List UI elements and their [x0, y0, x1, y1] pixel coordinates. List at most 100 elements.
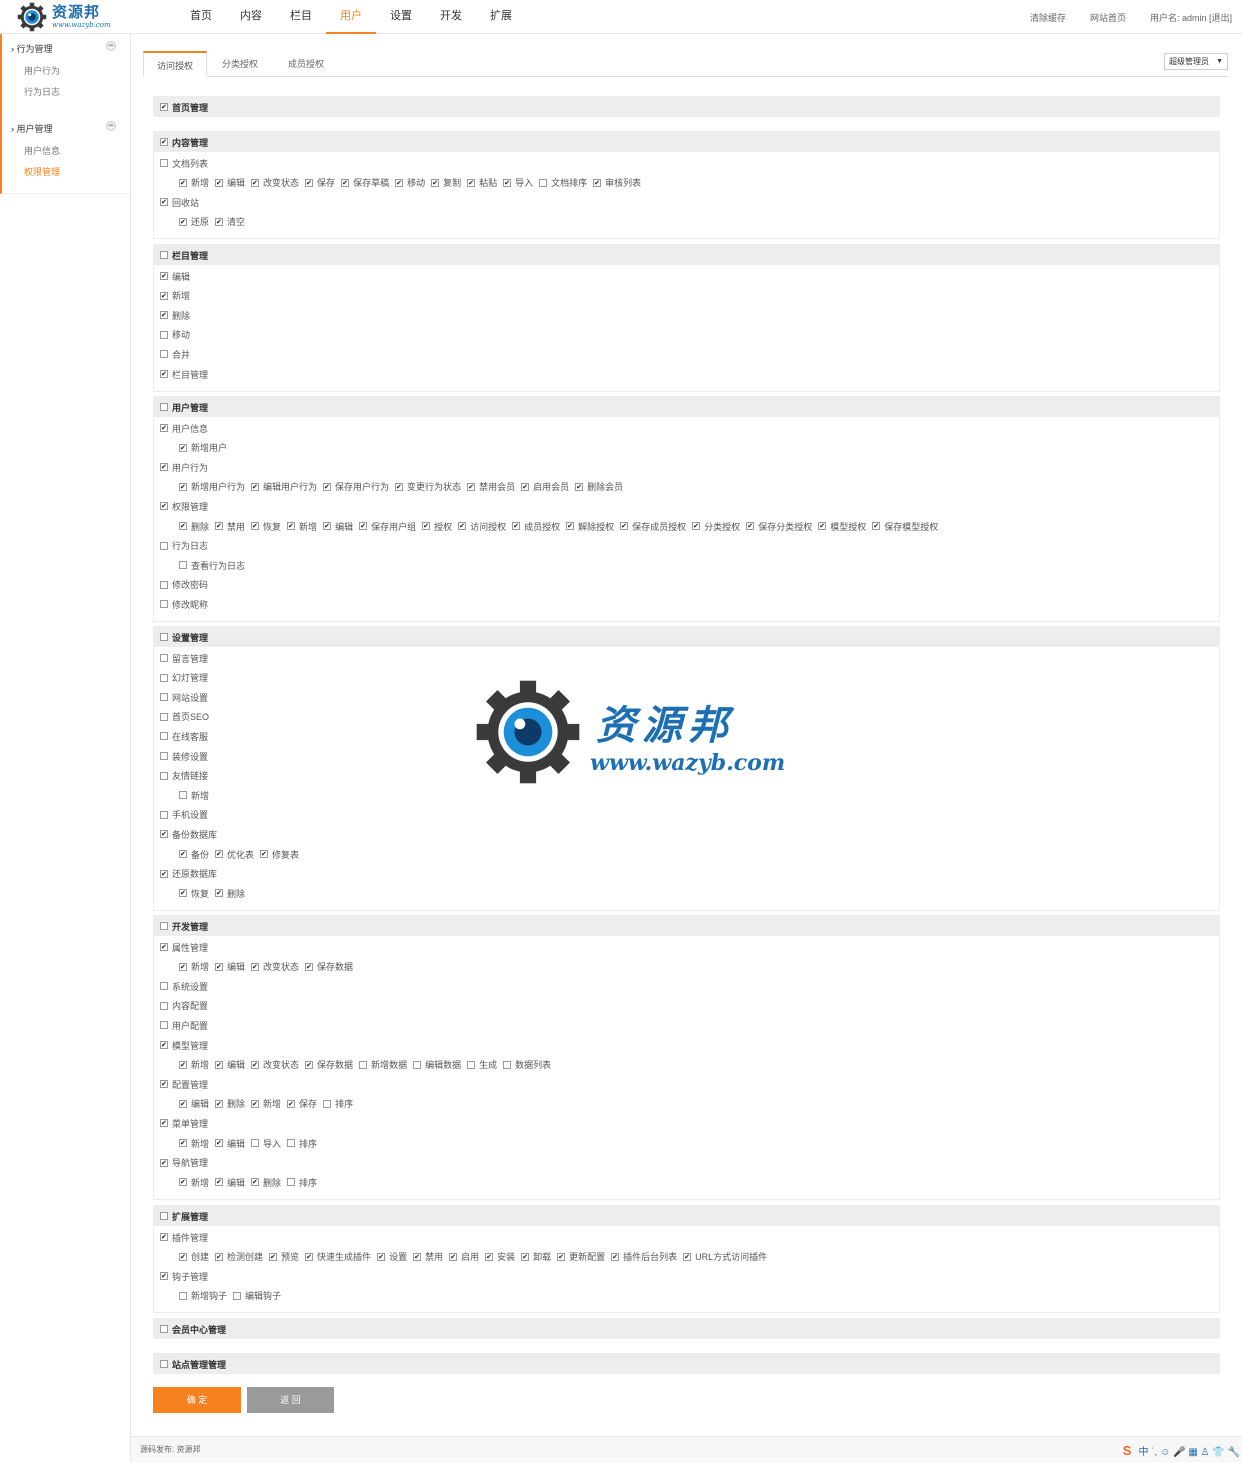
permission-sub-item[interactable]: 恢复 [251, 520, 281, 533]
permission-row[interactable]: 修改密码 [160, 578, 208, 592]
permission-row[interactable]: 回收站 [160, 195, 199, 209]
ime-toolbar[interactable]: S 中 ˙, ☺ 🎤 ▦ ♙ 👕 🔧 [1120, 1440, 1240, 1460]
checkbox[interactable] [539, 178, 548, 187]
checkbox[interactable] [872, 522, 881, 530]
checkbox[interactable] [160, 712, 168, 721]
confirm-button[interactable]: 确 定 [153, 1387, 241, 1413]
checkbox[interactable] [160, 771, 168, 780]
checkbox[interactable] [160, 600, 168, 609]
permission-row[interactable]: 留言管理 [160, 651, 208, 665]
checkbox[interactable] [179, 889, 187, 898]
checkbox[interactable] [251, 1139, 260, 1147]
checkbox[interactable] [521, 482, 530, 491]
checkbox[interactable] [503, 178, 512, 187]
checkbox[interactable] [215, 178, 224, 187]
permission-sub-item[interactable]: 变更行为状态 [395, 480, 461, 493]
checkbox[interactable] [359, 522, 368, 530]
checkbox[interactable] [251, 522, 260, 530]
checkbox[interactable] [160, 1041, 168, 1049]
permission-sub-item[interactable]: 新增 [179, 1176, 209, 1189]
permission-row[interactable]: 用户配置 [160, 1018, 208, 1032]
checkbox[interactable] [215, 522, 224, 530]
checkbox[interactable] [160, 922, 168, 930]
section-header[interactable]: 栏目管理 [154, 245, 1219, 265]
tab-access-auth[interactable]: 访问授权 [143, 51, 208, 77]
permission-sub-item[interactable]: 排序 [323, 1097, 353, 1110]
permission-sub-item[interactable]: 复制 [431, 176, 461, 189]
checkbox[interactable] [575, 482, 584, 491]
permission-row[interactable]: 首页SEO [160, 710, 209, 724]
permission-sub-item[interactable]: 还原 [179, 215, 209, 228]
nav-settings[interactable]: 设置 [376, 0, 426, 34]
checkbox[interactable] [503, 1060, 512, 1069]
checkbox[interactable] [160, 330, 168, 339]
checkbox[interactable] [215, 1178, 224, 1187]
permission-sub-item[interactable]: 导入 [503, 176, 533, 189]
checkbox[interactable] [160, 732, 168, 741]
permission-row[interactable]: 还原数据库 [160, 867, 217, 881]
checkbox[interactable] [620, 522, 629, 530]
checkbox[interactable] [413, 1252, 422, 1261]
permission-sub-item[interactable]: 授权 [422, 520, 452, 533]
permission-row[interactable]: 内容配置 [160, 999, 208, 1013]
checkbox[interactable] [395, 482, 404, 491]
permission-sub-item[interactable]: 备份 [179, 848, 209, 861]
permission-sub-item[interactable]: 新增 [287, 520, 317, 533]
checkbox[interactable] [160, 982, 168, 991]
permission-row[interactable]: 文档列表 [160, 156, 208, 170]
checkbox[interactable] [215, 962, 224, 971]
checkbox[interactable] [179, 522, 187, 530]
checkbox[interactable] [160, 1233, 168, 1241]
permission-sub-item[interactable]: 编辑 [215, 176, 245, 189]
checkbox[interactable] [431, 178, 440, 187]
section-header[interactable]: 内容管理 [154, 132, 1219, 152]
checkbox[interactable] [179, 1060, 187, 1069]
permission-sub-item[interactable]: 移动 [395, 176, 425, 189]
checkbox[interactable] [160, 159, 168, 167]
permission-sub-item[interactable]: 分类授权 [692, 520, 740, 533]
checkbox[interactable] [305, 1252, 314, 1261]
permission-row[interactable]: 删除 [160, 308, 190, 322]
sidebar-item-user-behavior[interactable]: 用户行为 [24, 64, 60, 77]
checkbox[interactable] [215, 1060, 224, 1069]
checkbox[interactable] [160, 1325, 168, 1333]
permission-sub-item[interactable]: 保存分类授权 [746, 520, 812, 533]
ime-tools[interactable]: 中 ˙, ☺ 🎤 ▦ ♙ 👕 🔧 [1138, 1443, 1240, 1458]
permission-sub-item[interactable]: 修复表 [260, 848, 299, 861]
checkbox[interactable] [160, 673, 168, 682]
permission-row[interactable]: 装修设置 [160, 749, 208, 763]
checkbox[interactable] [413, 1060, 422, 1069]
checkbox[interactable] [566, 522, 575, 530]
permission-row[interactable]: 菜单管理 [160, 1116, 208, 1130]
permission-sub-item[interactable]: 编辑 [323, 520, 353, 533]
permission-row[interactable]: 属性管理 [160, 940, 208, 954]
checkbox[interactable] [160, 693, 168, 702]
permission-sub-item[interactable]: 保存 [287, 1097, 317, 1110]
tab-category-auth[interactable]: 分类授权 [209, 51, 271, 77]
checkbox[interactable] [160, 1158, 168, 1167]
permission-row[interactable]: 配置管理 [160, 1077, 208, 1091]
checkbox[interactable] [467, 482, 476, 491]
permission-sub-item[interactable]: 解除授权 [566, 520, 614, 533]
checkbox[interactable] [160, 103, 168, 111]
checkbox[interactable] [251, 482, 260, 491]
checkbox[interactable] [160, 424, 168, 432]
checkbox[interactable] [251, 962, 260, 971]
collapse-icon[interactable]: − [106, 121, 116, 131]
permission-sub-item[interactable]: 启用 [449, 1250, 479, 1263]
checkbox[interactable] [287, 522, 296, 530]
permission-sub-item[interactable]: 更新配置 [557, 1250, 605, 1263]
permission-sub-item[interactable]: 保存数据 [305, 960, 353, 973]
user-logout-link[interactable]: 用户名: admin [退出] [1150, 11, 1232, 24]
permission-sub-item[interactable]: 编辑 [179, 1097, 209, 1110]
checkbox[interactable] [521, 1252, 530, 1261]
permission-sub-item[interactable]: 新增 [251, 1097, 281, 1110]
permission-row[interactable]: 用户信息 [160, 421, 208, 435]
permission-sub-item[interactable]: 安装 [485, 1250, 515, 1263]
permission-row[interactable]: 移动 [160, 328, 190, 342]
section-header[interactable]: 设置管理 [154, 627, 1219, 647]
checkbox[interactable] [818, 522, 827, 530]
permission-sub-item[interactable]: 新增 [179, 960, 209, 973]
checkbox[interactable] [341, 178, 350, 187]
permission-row[interactable]: 权限管理 [160, 499, 208, 513]
